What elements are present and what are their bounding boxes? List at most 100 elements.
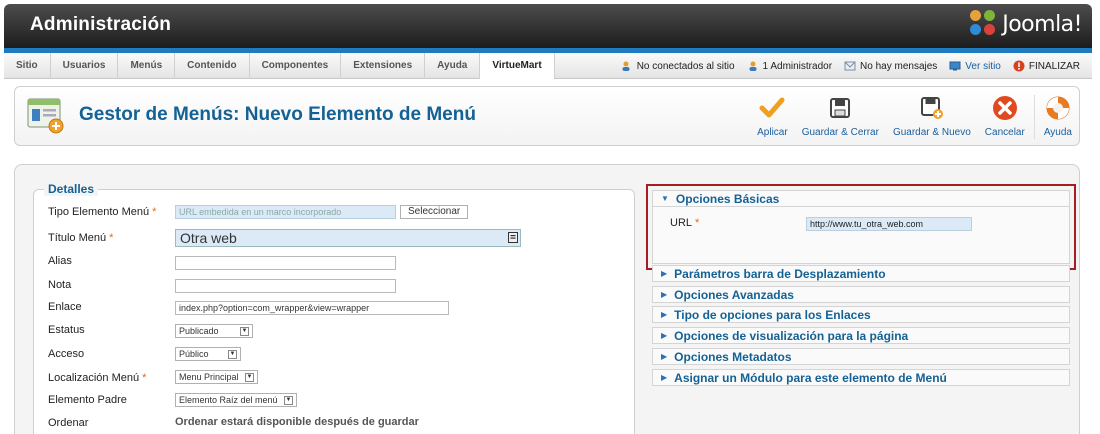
menu-title-value: Otra web — [180, 230, 237, 246]
panel-title: Asignar un Módulo para este elemento de … — [674, 370, 947, 385]
access-row: Acceso — [48, 345, 84, 363]
chevron-down-icon: ▼ — [245, 372, 254, 382]
panel-advanced-options[interactable]: ▶ Opciones Avanzadas — [652, 286, 1070, 303]
menu-item-virtuemart[interactable]: VirtueMart — [480, 53, 555, 79]
logout-icon — [1013, 60, 1025, 72]
menu-item-sitio[interactable]: Sitio — [4, 53, 51, 79]
details-legend: Detalles — [44, 182, 99, 196]
logout-link[interactable]: FINALIZAR — [1013, 60, 1080, 72]
status-bar: No conectados al sitio 1 Administrador N… — [609, 53, 1080, 79]
parent-label: Elemento Padre — [48, 394, 127, 406]
panel-metadata-options[interactable]: ▶ Opciones Metadatos — [652, 348, 1070, 365]
required-mark: * — [695, 217, 700, 229]
panel-module-assignment[interactable]: ▶ Asignar un Módulo para este elemento d… — [652, 369, 1070, 386]
cancel-button[interactable]: Cancelar — [978, 95, 1032, 139]
link-label: Enlace — [48, 301, 82, 313]
menu-item-componentes[interactable]: Componentes — [250, 53, 342, 79]
collapsed-triangle-icon: ▶ — [661, 290, 668, 299]
url-input[interactable]: http://www.tu_otra_web.com — [806, 217, 972, 231]
panel-title: Tipo de opciones para los Enlaces — [674, 307, 871, 322]
panel-title: Opciones de visualización para la página — [674, 328, 909, 343]
joomla-logo-icon — [970, 10, 998, 38]
users-icon — [622, 61, 630, 71]
check-icon — [759, 97, 785, 118]
expanded-triangle-icon: ▼ — [661, 194, 669, 203]
menu-item-ayuda[interactable]: Ayuda — [425, 53, 481, 79]
field-helper-icon[interactable] — [508, 232, 518, 243]
cancel-icon — [992, 96, 1017, 120]
panel-link-type-options[interactable]: ▶ Tipo de opciones para los Enlaces — [652, 306, 1070, 323]
menu-item-usuarios[interactable]: Usuarios — [51, 53, 119, 79]
admins-text: 1 Administrador — [762, 60, 833, 72]
parent-item-value: Elemento Raíz del menú — [179, 395, 278, 405]
collapsed-triangle-icon: ▶ — [661, 373, 668, 382]
required-mark: * — [152, 206, 157, 218]
link-row: Enlace — [48, 298, 82, 316]
panel-title: Opciones Avanzadas — [674, 287, 794, 302]
view-site-text: Ver sitio — [965, 60, 1001, 72]
save-close-button[interactable]: Guardar & Cerrar — [795, 95, 886, 139]
lifebuoy-icon — [1046, 96, 1070, 120]
access-label: Acceso — [48, 348, 85, 360]
status-select-value: Publicado — [179, 326, 219, 336]
menu-item-extensiones[interactable]: Extensiones — [341, 53, 426, 79]
parent-item-select[interactable]: Elemento Raíz del menú ▼ — [175, 393, 297, 407]
logout-text: FINALIZAR — [1028, 60, 1080, 72]
status-messages[interactable]: No hay mensajes — [844, 60, 937, 72]
save-icon — [830, 98, 851, 118]
basic-options-title: Opciones Básicas — [675, 191, 780, 206]
collapsed-triangle-icon: ▶ — [661, 310, 668, 319]
status-row: Estatus — [48, 321, 85, 339]
alias-input[interactable] — [175, 256, 396, 270]
collapsed-triangle-icon: ▶ — [661, 331, 668, 340]
panel-scrollbar-params[interactable]: ▶ Parámetros barra de Desplazamiento — [652, 265, 1070, 282]
panel-title: Parámetros barra de Desplazamiento — [674, 266, 886, 281]
collapsed-triangle-icon: ▶ — [661, 352, 668, 361]
chevron-down-icon: ▼ — [228, 349, 237, 359]
basic-options-header[interactable]: ▼ Opciones Básicas — [652, 190, 1070, 207]
order-row: Ordenar — [48, 414, 88, 432]
type-row: Tipo Elemento Menú * — [48, 203, 156, 221]
collapsed-triangle-icon: ▶ — [661, 269, 668, 278]
apply-button[interactable]: Aplicar — [750, 95, 795, 139]
menu-location-select[interactable]: Menu Principal ▼ — [175, 370, 258, 384]
save-close-label: Guardar & Cerrar — [801, 127, 879, 138]
save-new-button[interactable]: Guardar & Nuevo — [886, 95, 978, 139]
required-mark: * — [109, 232, 114, 244]
help-label: Ayuda — [1043, 127, 1072, 138]
access-select-value: Público — [179, 349, 209, 359]
save-new-icon — [920, 97, 943, 119]
url-label-row: URL * — [670, 217, 699, 229]
menu-item-type-field[interactable]: URL embedida en un marco incorporado — [175, 205, 396, 219]
order-info-text: Ordenar estará disponible después de gua… — [175, 416, 419, 428]
cancel-label: Cancelar — [984, 127, 1025, 138]
toolbar-box: Gestor de Menús: Nuevo Elemento de Menú … — [14, 86, 1080, 146]
menu-manager-icon — [27, 98, 64, 134]
panel-page-display-options[interactable]: ▶ Opciones de visualización para la pági… — [652, 327, 1070, 344]
joomla-logo-text: Joomla! — [1002, 11, 1082, 37]
admin-header: Administración Joomla! — [4, 4, 1092, 50]
messages-text: No hay mensajes — [860, 60, 938, 72]
status-label: Estatus — [48, 324, 85, 336]
location-label: Localización Menú — [48, 372, 140, 384]
panel-title: Opciones Metadatos — [674, 349, 792, 364]
link-input[interactable]: index.php?option=com_wrapper&view=wrappe… — [175, 301, 449, 315]
status-not-connected: No conectados al sitio — [621, 60, 735, 72]
menu-item-contenido[interactable]: Contenido — [175, 53, 250, 79]
select-type-button[interactable]: Seleccionar — [400, 205, 469, 219]
joomla-logo[interactable]: Joomla! — [970, 10, 1082, 38]
help-button[interactable]: Ayuda — [1037, 95, 1079, 139]
status-select[interactable]: Publicado ▼ — [175, 324, 253, 338]
chevron-down-icon: ▼ — [240, 326, 249, 336]
menu-title-input[interactable]: Otra web — [175, 229, 521, 247]
type-label: Tipo Elemento Menú — [48, 206, 150, 218]
status-admins: 1 Administrador — [747, 60, 832, 72]
access-select[interactable]: Público ▼ — [175, 347, 241, 361]
view-site-link[interactable]: Ver sitio — [949, 60, 1001, 72]
admin-user-icon — [749, 61, 757, 71]
note-input[interactable] — [175, 279, 396, 293]
menu-item-menus[interactable]: Menús — [118, 53, 176, 79]
page-title: Gestor de Menús: Nuevo Elemento de Menú — [79, 104, 476, 125]
apply-label: Aplicar — [757, 127, 788, 138]
alias-row: Alias — [48, 252, 72, 270]
